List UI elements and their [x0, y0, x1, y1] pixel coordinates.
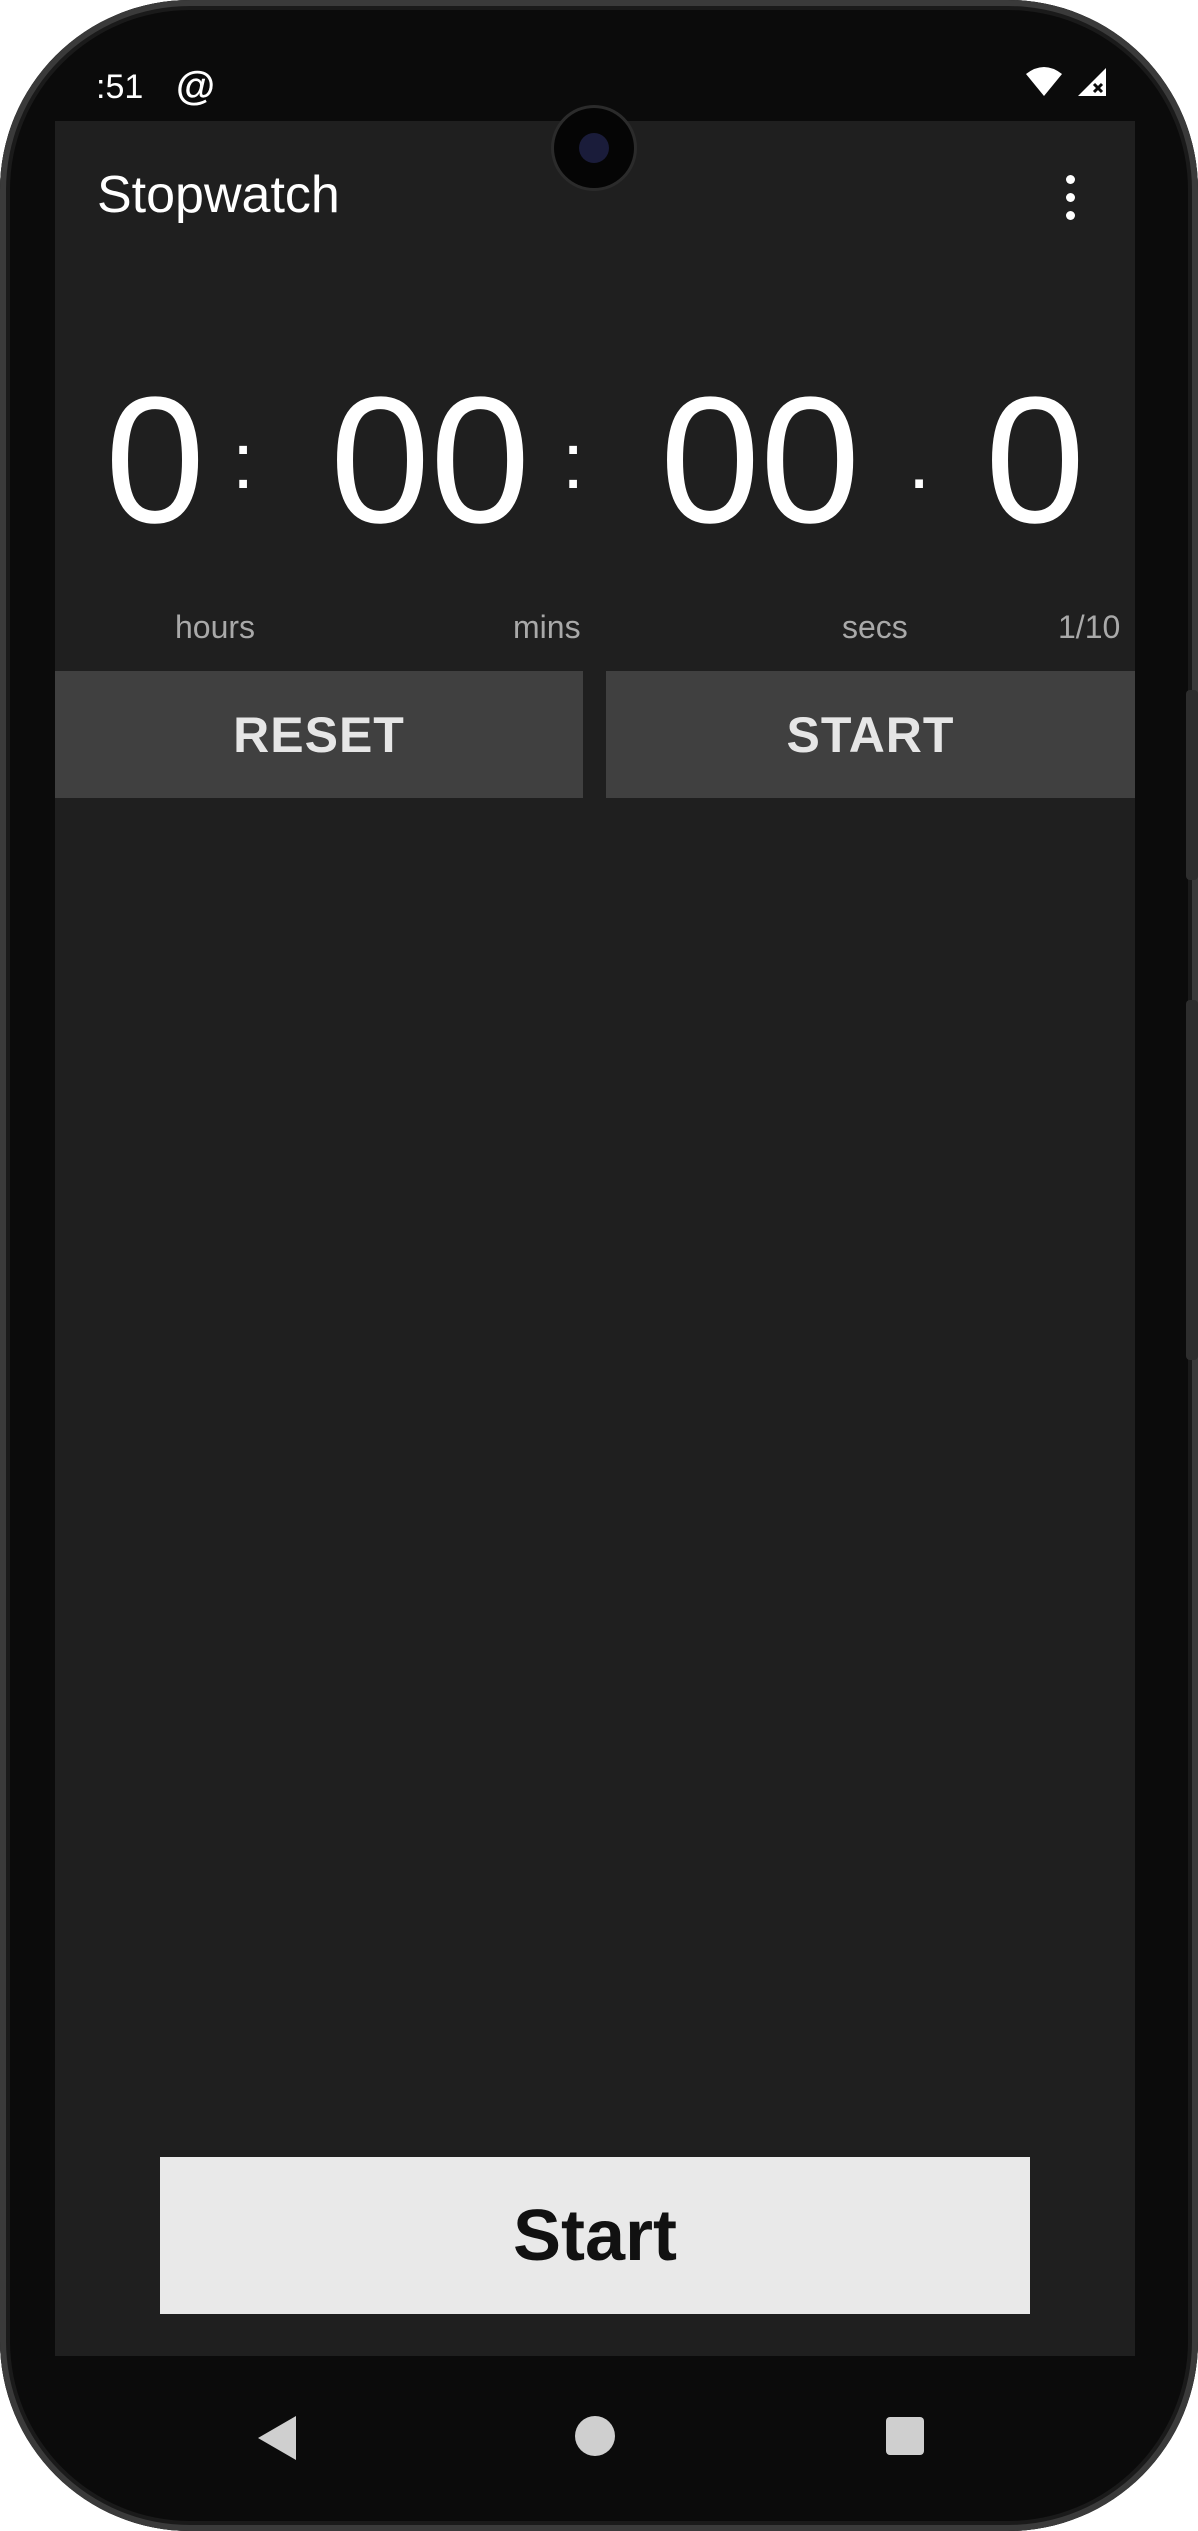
status-bar: :51 @ — [0, 0, 1198, 120]
back-icon[interactable] — [258, 2416, 296, 2460]
timer-separator: . — [908, 416, 931, 505]
camera-icon — [554, 108, 634, 188]
phone-frame: :51 @ Stopwatch 0 : 00 : 00 . 0 hours mi… — [0, 0, 1198, 2531]
status-time: :51 — [96, 68, 144, 106]
menu-dot — [1065, 174, 1075, 184]
timer-separator: : — [562, 416, 585, 505]
timer-seconds: 00 — [660, 360, 861, 561]
timer-minutes: 00 — [330, 360, 531, 561]
control-buttons: RESET START — [55, 671, 1135, 798]
wifi-icon — [1026, 67, 1062, 96]
menu-dot — [1065, 192, 1075, 202]
unit-hours: hours — [175, 609, 256, 645]
navigation-bar — [0, 2356, 1198, 2486]
power-button — [1186, 1000, 1198, 1360]
unit-secs: secs — [842, 609, 908, 645]
at-sign-icon: @ — [176, 64, 216, 108]
no-signal-icon — [1078, 68, 1106, 96]
app-title: Stopwatch — [97, 166, 340, 224]
start-button[interactable]: START — [606, 671, 1135, 798]
timer-separator: : — [232, 416, 255, 505]
recents-icon[interactable] — [886, 2417, 924, 2455]
status-icons — [1024, 66, 1108, 98]
app-screen: Stopwatch 0 : 00 : 00 . 0 hours mins sec… — [55, 121, 1135, 2356]
big-start-button[interactable]: Start — [160, 2157, 1030, 2314]
unit-tenths: 1/10 — [1058, 609, 1121, 645]
timer-display: 0 : 00 : 00 . 0 — [55, 351, 1135, 571]
menu-dot — [1065, 210, 1075, 220]
camera-lens — [579, 133, 609, 163]
more-vert-icon[interactable] — [1040, 167, 1100, 227]
volume-button — [1186, 690, 1198, 880]
reset-button[interactable]: RESET — [55, 671, 583, 798]
home-icon[interactable] — [575, 2416, 615, 2456]
unit-mins: mins — [513, 609, 581, 645]
timer-hours: 0 — [105, 360, 206, 561]
timer-tenths: 0 — [985, 360, 1086, 561]
